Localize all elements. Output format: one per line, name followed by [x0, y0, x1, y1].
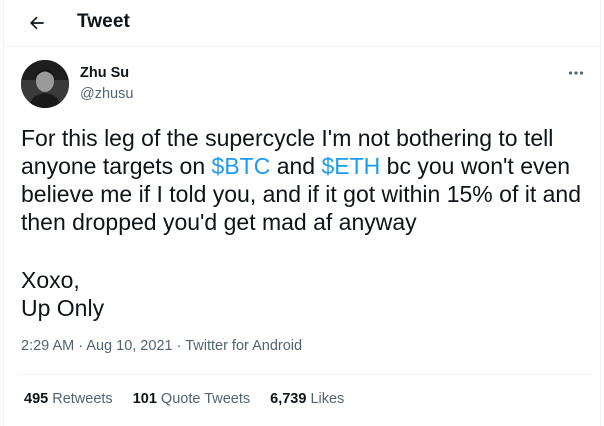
quote-tweets-label: Quote Tweets [160, 391, 251, 407]
tweet-meta: 2:29 AM · Aug 10, 2021 · Twitter for And… [21, 338, 302, 354]
divider [21, 374, 593, 375]
more-options-button[interactable] [565, 64, 587, 82]
cashtag-eth-link[interactable]: $ETH [321, 153, 380, 179]
header-bar: Tweet [4, 0, 600, 47]
author-handle[interactable]: @zhusu [80, 86, 133, 102]
likes-label: Likes [310, 391, 345, 407]
signoff-line: Xoxo, [21, 267, 80, 293]
avatar[interactable] [21, 60, 69, 108]
meta-separator: · [172, 338, 186, 354]
signoff-line: Up Only [21, 295, 105, 321]
meta-separator: · [74, 338, 87, 354]
retweets-label: Retweets [52, 391, 113, 407]
author-name[interactable]: Zhu Su [80, 65, 129, 81]
quote-tweets-count: 101 [132, 391, 157, 407]
cashtag-btc-link[interactable]: $BTC [212, 153, 271, 179]
tweet-time-link[interactable]: 2:29 AM [21, 338, 74, 354]
tweet-detail-panel: Tweet Zhu Su @zhusu For this leg of the … [3, 0, 601, 426]
quote-tweets-stat[interactable]: 101 Quote Tweets [133, 391, 250, 407]
tweet-text-segment: and [270, 153, 322, 179]
back-button[interactable] [22, 8, 52, 38]
arrow-left-icon [30, 16, 44, 30]
more-horizontal-icon [568, 71, 584, 75]
avatar-image [21, 60, 69, 108]
page-title: Tweet [77, 11, 130, 32]
tweet-stats: 495 Retweets 101 Quote Tweets 6,739 Like… [24, 391, 344, 407]
tweet-signoff: Xoxo, Up Only [21, 266, 104, 322]
tweet-body: For this leg of the supercycle I'm not b… [21, 124, 593, 236]
retweets-stat[interactable]: 495 Retweets [24, 391, 113, 407]
tweet-source-link[interactable]: Twitter for Android [185, 338, 302, 354]
tweet-date-link[interactable]: Aug 10, 2021 [86, 338, 172, 354]
likes-count: 6,739 [270, 391, 307, 407]
retweets-count: 495 [24, 391, 49, 407]
likes-stat[interactable]: 6,739 Likes [270, 391, 344, 407]
